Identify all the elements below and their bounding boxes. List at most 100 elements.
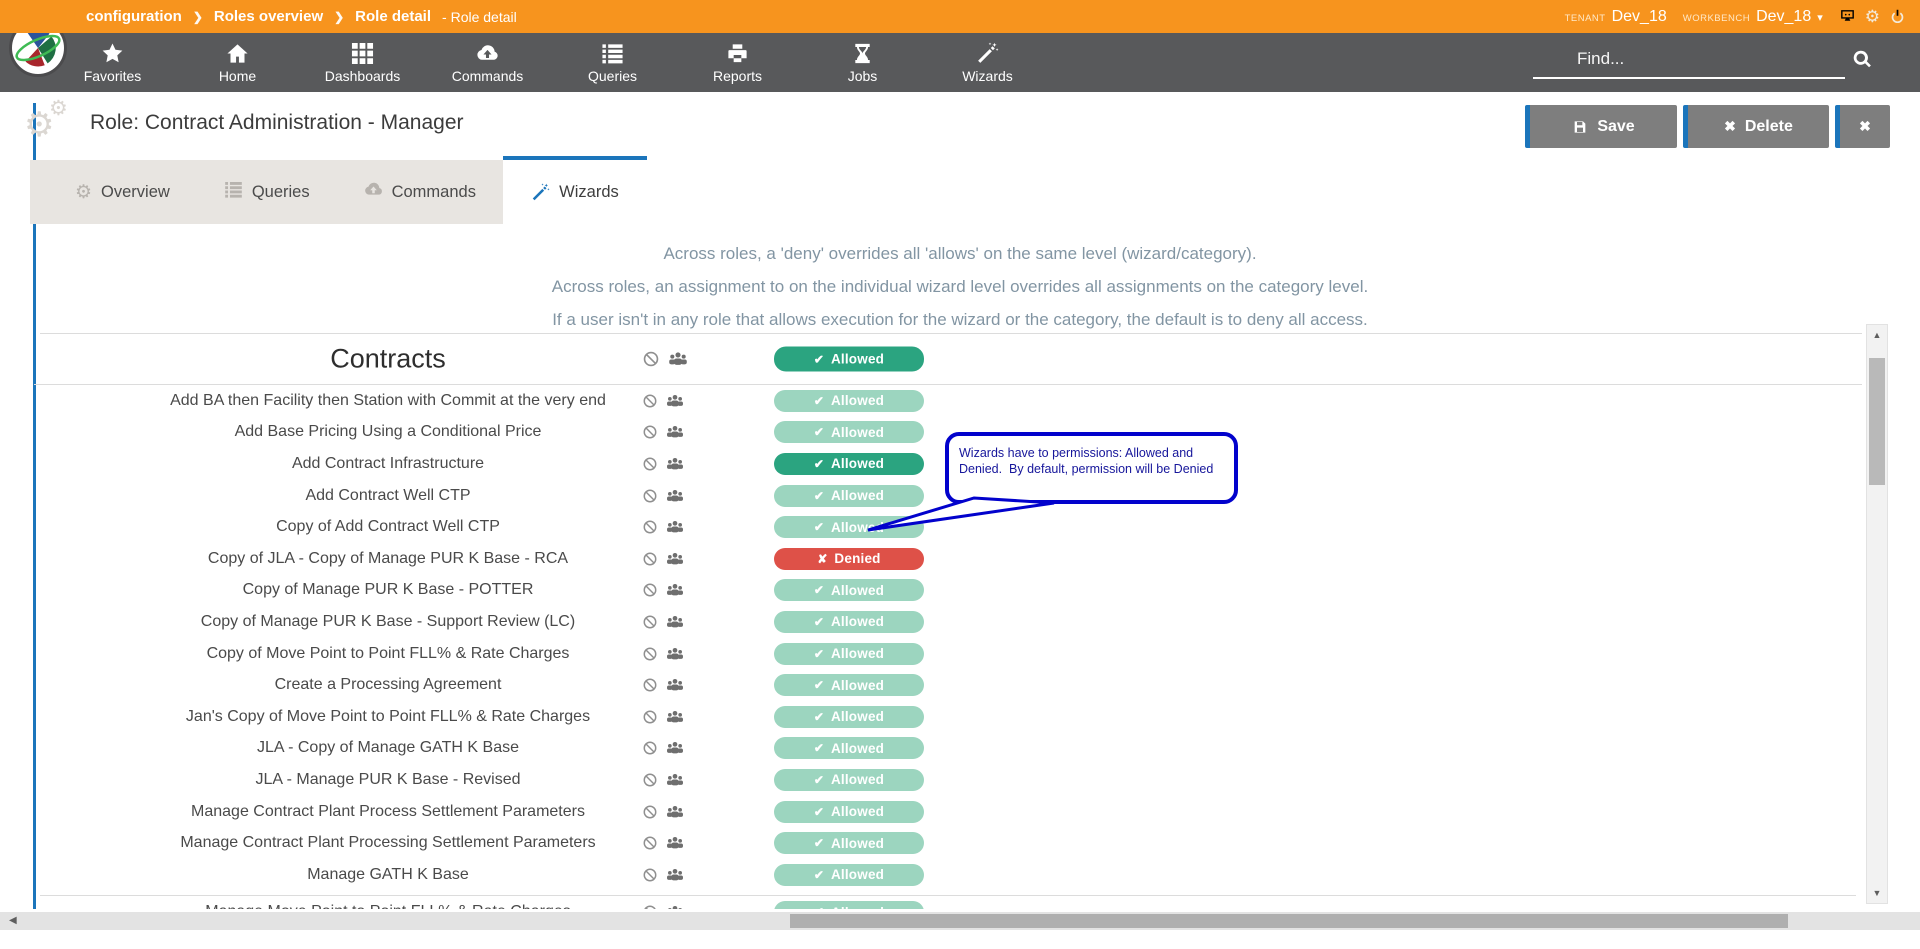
check-icon: ✔ [814, 457, 824, 471]
nav-item-jobs[interactable]: Jobs [800, 33, 925, 92]
nav-items: Favorites Home Dashboards Commands Queri… [50, 33, 1050, 92]
status-badge[interactable]: ✔ Allowed [774, 737, 924, 759]
users-icon[interactable] [665, 549, 685, 569]
ban-icon[interactable] [642, 709, 658, 725]
users-icon[interactable] [665, 454, 685, 474]
users-icon[interactable] [665, 707, 685, 727]
ban-icon[interactable] [642, 677, 658, 693]
power-icon[interactable] [1889, 8, 1906, 25]
ban-icon[interactable] [642, 835, 658, 851]
horizontal-scroll-thumb[interactable] [790, 914, 1788, 928]
save-button[interactable]: Save [1525, 105, 1677, 148]
users-icon[interactable] [665, 675, 685, 695]
nav-item-dashboards[interactable]: Dashboards [300, 33, 425, 92]
status-badge[interactable]: ✘ Denied [774, 548, 924, 570]
status-badge[interactable]: ✔ Allowed [774, 674, 924, 696]
ban-icon[interactable] [642, 519, 658, 535]
scroll-down-icon[interactable]: ▼ [1867, 888, 1887, 898]
ban-icon[interactable] [642, 740, 658, 756]
users-icon[interactable] [665, 770, 685, 790]
status-badge[interactable]: ✔ Allowed [774, 769, 924, 791]
wizard-row: Manage Contract Plant Processing Settlem… [34, 827, 1862, 859]
vertical-scrollbar[interactable]: ▲ ▼ [1866, 324, 1888, 904]
status-badge[interactable]: ✔ Allowed [774, 864, 924, 886]
delete-button[interactable]: ✖ Delete [1683, 105, 1829, 148]
status-badge[interactable]: ✔ Allowed [774, 579, 924, 601]
ban-icon[interactable] [642, 456, 658, 472]
status-badge[interactable]: ✔ Allowed [774, 611, 924, 633]
users-icon[interactable] [665, 422, 685, 442]
ban-icon[interactable] [642, 551, 658, 567]
wizard-name: Copy of Move Point to Point FLL% & Rate … [34, 645, 742, 663]
list-icon [601, 42, 624, 65]
tenant-selector[interactable]: TENANT Dev_18 [1565, 8, 1667, 26]
users-icon[interactable] [665, 580, 685, 600]
ban-icon[interactable] [642, 904, 658, 909]
check-icon: ✔ [814, 352, 824, 366]
users-icon[interactable] [665, 644, 685, 664]
status-badge[interactable]: ✔ Allowed [774, 801, 924, 823]
search-input[interactable] [1533, 47, 1845, 79]
scroll-left-icon[interactable]: ◀ [9, 915, 17, 926]
ban-icon[interactable] [642, 488, 658, 504]
close-button[interactable]: ✖ [1835, 105, 1890, 148]
users-icon[interactable] [665, 902, 685, 909]
page-title: Role: Contract Administration - Manager [90, 111, 464, 135]
ban-icon[interactable] [642, 646, 658, 662]
status-badge[interactable]: ✔ Allowed [774, 706, 924, 728]
users-icon[interactable] [667, 348, 689, 370]
ban-icon[interactable] [642, 772, 658, 788]
ban-icon[interactable] [642, 614, 658, 630]
search-icon[interactable] [1852, 49, 1873, 70]
tab-overview[interactable]: ⚙ Overview [48, 160, 197, 224]
tab-wizards[interactable]: Wizards [503, 156, 647, 224]
gear-icon[interactable]: ⚙ [1865, 8, 1880, 25]
nav-item-commands[interactable]: Commands [425, 33, 550, 92]
ban-icon[interactable] [642, 867, 658, 883]
breadcrumb-item-role-detail[interactable]: Role detail [355, 8, 431, 25]
status-badge[interactable]: ✔ Allowed [774, 421, 924, 443]
tab-commands[interactable]: Commands [337, 160, 503, 224]
scroll-up-icon[interactable]: ▲ [1867, 330, 1887, 340]
status-badge[interactable]: ✔ Allowed [774, 643, 924, 665]
status-badge[interactable]: ✔ Allowed [774, 901, 924, 909]
users-icon[interactable] [665, 738, 685, 758]
tooltip-text: Denied. By default, permission will be D… [959, 461, 1224, 477]
support-icon[interactable] [1839, 8, 1856, 25]
ban-icon[interactable] [642, 582, 658, 598]
users-icon[interactable] [665, 802, 685, 822]
category-name: Contracts [34, 344, 742, 375]
users-icon[interactable] [665, 865, 685, 885]
grid-icon [351, 42, 374, 65]
users-icon[interactable] [665, 517, 685, 537]
workbench-selector[interactable]: WORKBENCH Dev_18 ▾ [1683, 8, 1823, 26]
nav-item-reports[interactable]: Reports [675, 33, 800, 92]
wizard-name: Copy of Manage PUR K Base - POTTER [34, 581, 742, 599]
nav-item-home[interactable]: Home [175, 33, 300, 92]
users-icon[interactable] [665, 833, 685, 853]
status-badge[interactable]: ✔ Allowed [774, 390, 924, 412]
category-status-badge[interactable]: ✔ Allowed [774, 347, 924, 372]
users-icon[interactable] [665, 391, 685, 411]
ban-icon[interactable] [642, 424, 658, 440]
wizard-row: Copy of JLA - Copy of Manage PUR K Base … [34, 543, 1862, 575]
wand-icon [976, 42, 999, 65]
nav-item-queries[interactable]: Queries [550, 33, 675, 92]
breadcrumb-item-configuration[interactable]: configuration [86, 8, 182, 25]
status-badge[interactable]: ✔ Allowed [774, 832, 924, 854]
ban-icon[interactable] [642, 804, 658, 820]
breadcrumb-item-roles-overview[interactable]: Roles overview [214, 8, 323, 25]
users-icon[interactable] [665, 486, 685, 506]
ban-icon[interactable] [642, 350, 660, 368]
nav-item-favorites[interactable]: Favorites [50, 33, 175, 92]
tab-queries[interactable]: Queries [197, 160, 337, 224]
status-badge[interactable]: ✔ Allowed [774, 453, 924, 475]
ban-icon[interactable] [642, 393, 658, 409]
instruction-line: If a user isn't in any role that allows … [0, 303, 1920, 336]
users-icon[interactable] [665, 612, 685, 632]
vertical-scroll-thumb[interactable] [1869, 358, 1885, 485]
topbar-right: TENANT Dev_18 WORKBENCH Dev_18 ▾ ⚙ [1565, 0, 1906, 33]
nav-item-wizards[interactable]: Wizards [925, 33, 1050, 92]
horizontal-scrollbar[interactable]: ◀ [0, 912, 1920, 930]
wizard-name: Create a Processing Agreement [34, 676, 742, 694]
